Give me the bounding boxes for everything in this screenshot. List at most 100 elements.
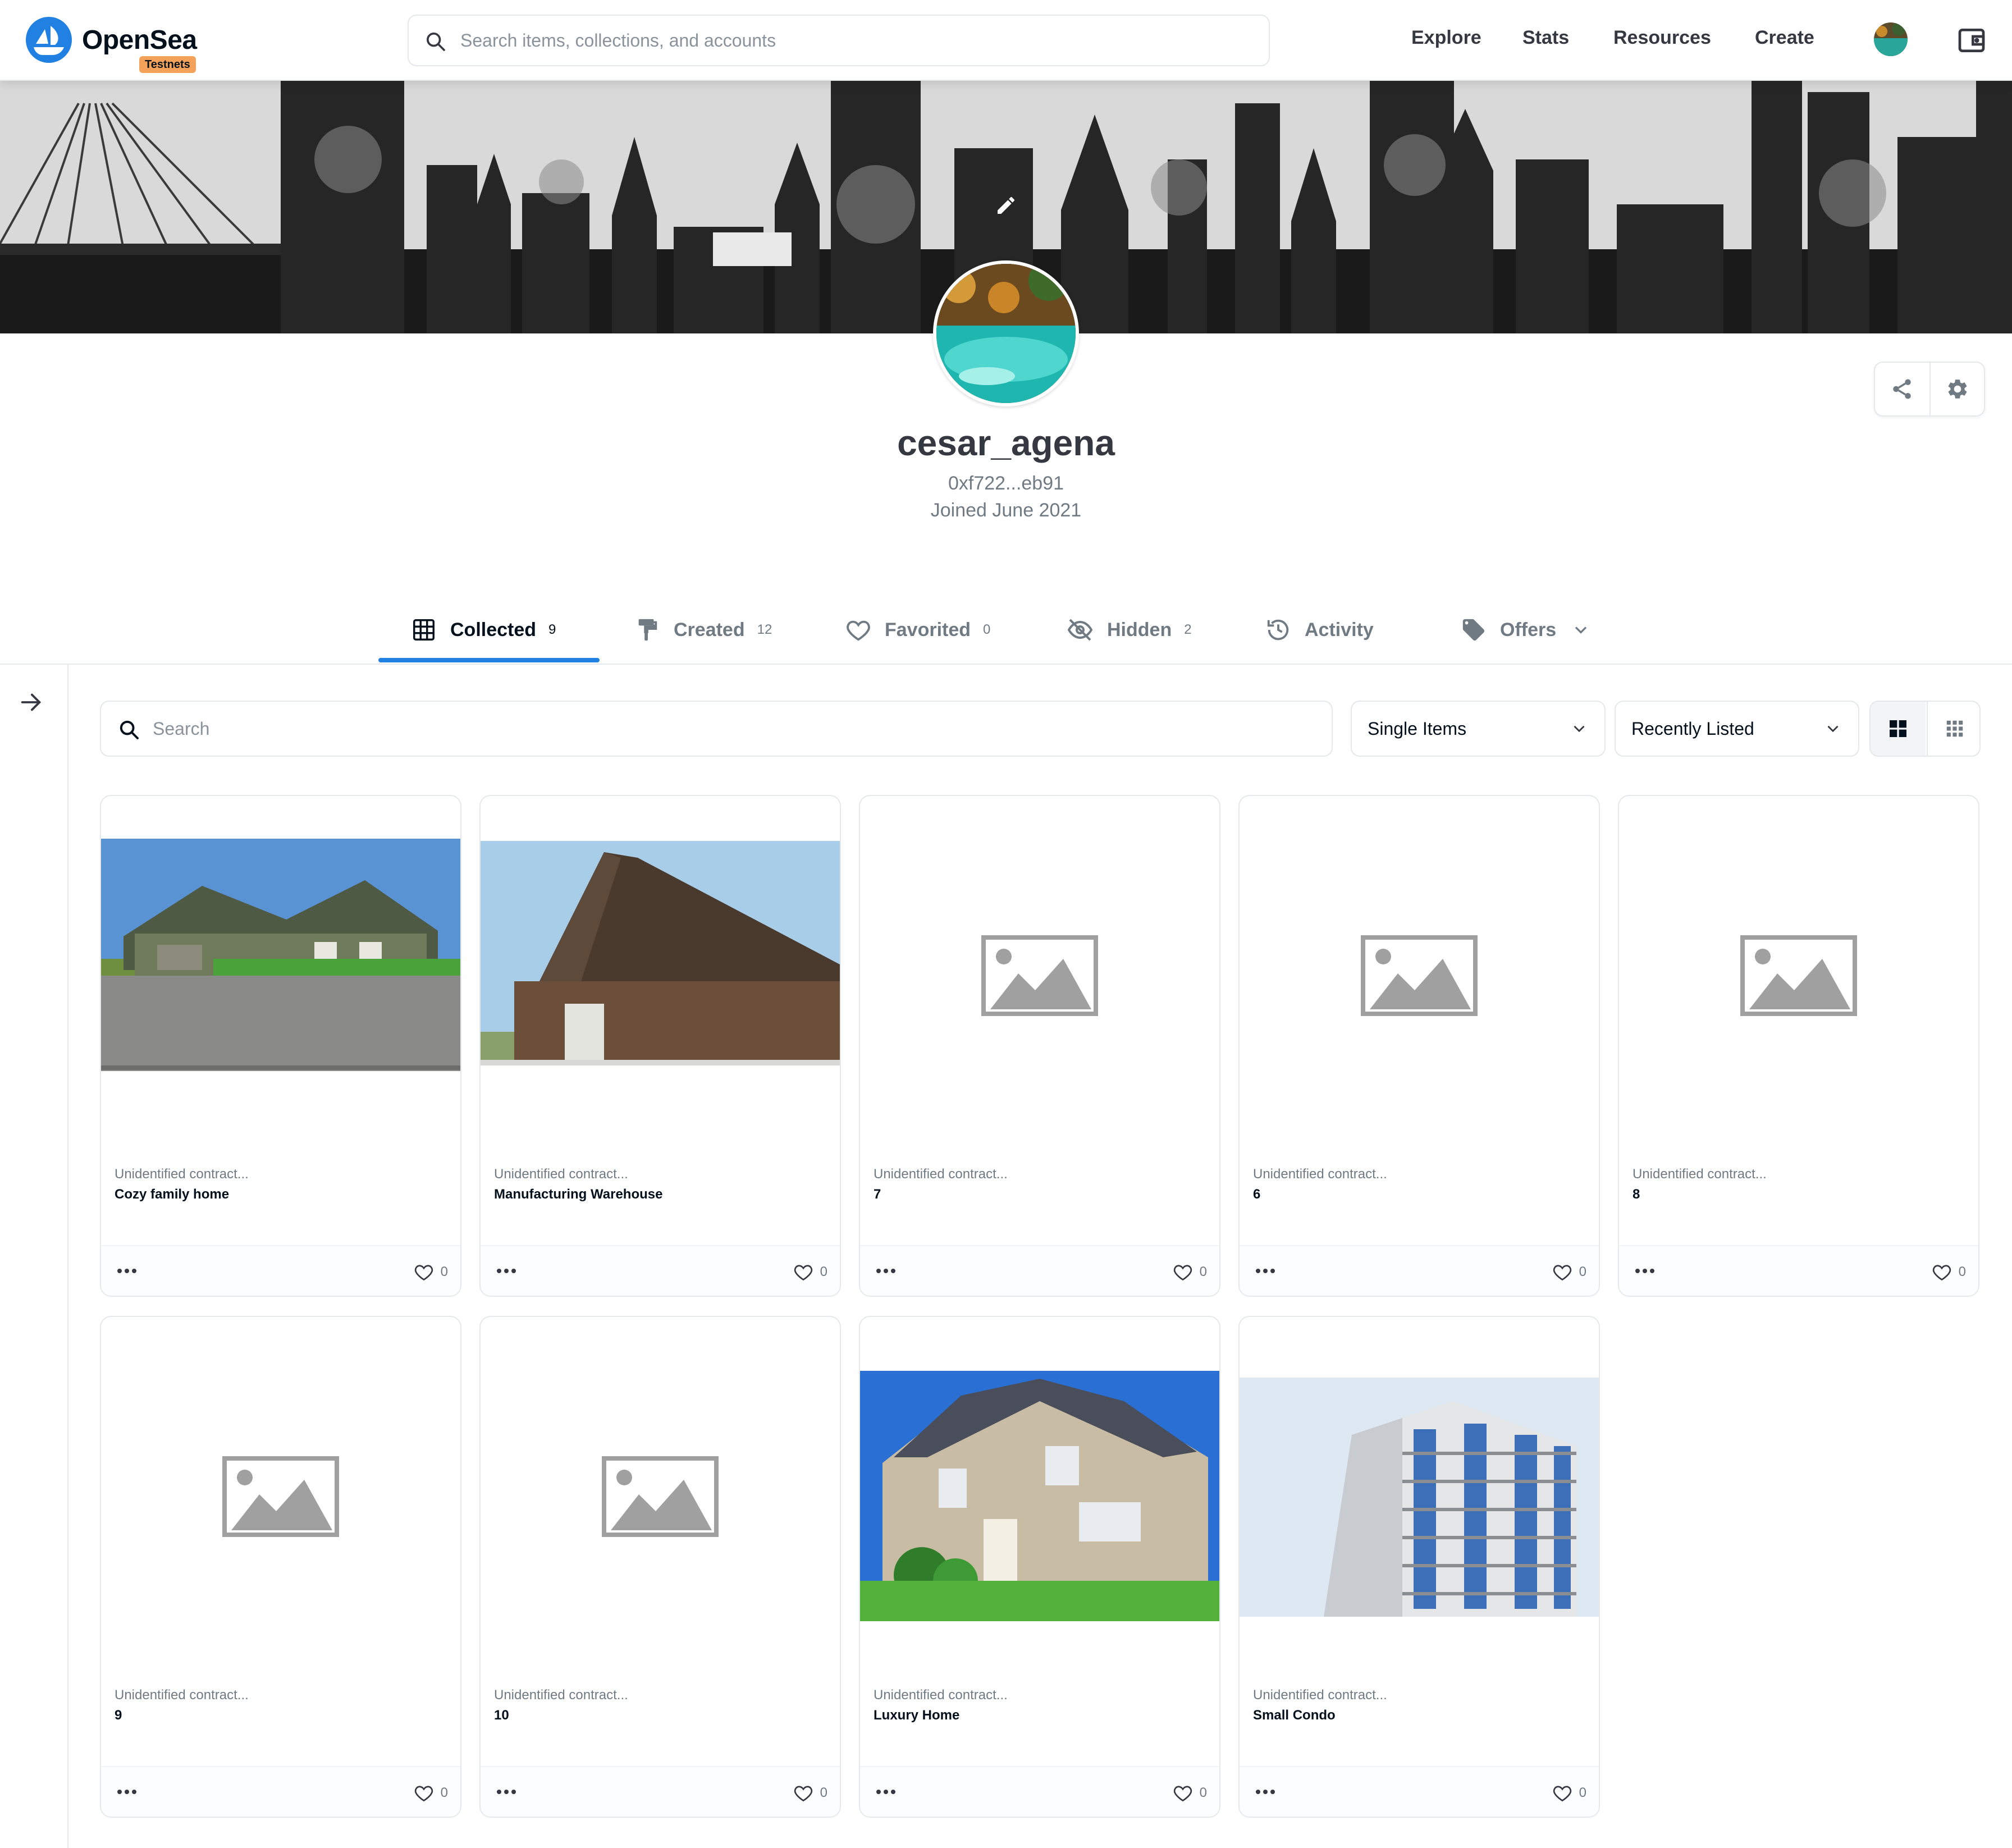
heart-icon xyxy=(794,1265,812,1281)
more-options-icon[interactable] xyxy=(1255,1787,1275,1797)
contract-name[interactable]: Unidentified contract... xyxy=(494,1687,628,1703)
sort-dropdown[interactable]: Recently Listed xyxy=(1615,701,1859,757)
active-tab-indicator xyxy=(378,658,600,662)
search-icon xyxy=(120,720,139,739)
tab-activity[interactable]: Activity xyxy=(1265,595,1374,665)
nft-card[interactable]: Unidentified contract... 7 0 xyxy=(859,795,1220,1297)
more-options-icon[interactable] xyxy=(496,1787,516,1797)
brand-name[interactable]: OpenSea xyxy=(82,25,197,56)
item-name[interactable]: 9 xyxy=(115,1708,122,1723)
tag-icon xyxy=(1462,619,1485,641)
contract-name[interactable]: Unidentified contract... xyxy=(874,1167,1008,1182)
items-search[interactable] xyxy=(100,701,1333,757)
nft-card[interactable]: Unidentified contract... 6 0 xyxy=(1238,795,1600,1297)
favorite-button[interactable]: 0 xyxy=(414,1783,448,1803)
tab-count: 0 xyxy=(983,622,991,637)
global-search-input[interactable] xyxy=(460,24,1246,57)
opensea-logo-icon[interactable] xyxy=(26,17,72,63)
small-grid-icon xyxy=(1946,720,1963,737)
placeholder-image-icon[interactable] xyxy=(1619,796,1978,1155)
nft-card[interactable]: Unidentified contract... Cozy family hom… xyxy=(100,795,461,1297)
tab-label: Created xyxy=(674,619,745,641)
grid-size-toggle xyxy=(1869,701,1981,757)
contract-name[interactable]: Unidentified contract... xyxy=(494,1167,628,1182)
favorite-button[interactable]: 0 xyxy=(1552,1783,1586,1803)
more-options-icon[interactable] xyxy=(876,1787,896,1797)
favorite-count: 0 xyxy=(440,1264,448,1279)
wallet-address[interactable]: 0xf722...eb91 xyxy=(0,473,2012,495)
favorite-button[interactable]: 0 xyxy=(1173,1783,1207,1803)
favorite-button[interactable]: 0 xyxy=(1932,1262,1966,1282)
nft-card[interactable]: Unidentified contract... Manufacturing W… xyxy=(479,795,841,1297)
nft-card[interactable]: Unidentified contract... Luxury Home 0 xyxy=(859,1316,1220,1818)
global-search[interactable] xyxy=(408,15,1270,66)
nav-resources-link[interactable]: Resources xyxy=(1613,27,1711,49)
tab-collected[interactable]: Collected 9 xyxy=(411,595,556,665)
heart-icon xyxy=(414,1265,433,1281)
placeholder-image-icon[interactable] xyxy=(1240,796,1599,1155)
nft-card[interactable]: Unidentified contract... 9 0 xyxy=(100,1316,461,1818)
wallet-icon[interactable] xyxy=(1956,25,1987,59)
item-name[interactable]: Luxury Home xyxy=(874,1708,959,1723)
more-options-icon[interactable] xyxy=(1255,1266,1275,1277)
contract-name[interactable]: Unidentified contract... xyxy=(874,1687,1008,1703)
tab-offers[interactable]: Offers xyxy=(1461,595,1591,665)
item-name[interactable]: Manufacturing Warehouse xyxy=(494,1187,662,1202)
item-type-value: Single Items xyxy=(1368,718,1467,739)
small-grid-button[interactable] xyxy=(1927,702,1979,756)
contract-name[interactable]: Unidentified contract... xyxy=(115,1687,249,1703)
profile-avatar[interactable] xyxy=(933,260,1079,406)
cozy-home-photo[interactable] xyxy=(101,796,460,1155)
contract-name[interactable]: Unidentified contract... xyxy=(115,1167,249,1182)
contract-name[interactable]: Unidentified contract... xyxy=(1253,1167,1387,1182)
item-name[interactable]: 6 xyxy=(1253,1187,1260,1202)
large-grid-button[interactable] xyxy=(1871,702,1926,756)
item-name[interactable]: 10 xyxy=(494,1708,509,1723)
tab-hidden[interactable]: Hidden 2 xyxy=(1067,595,1192,665)
favorite-button[interactable]: 0 xyxy=(793,1783,827,1803)
favorite-button[interactable]: 0 xyxy=(793,1262,827,1282)
arrow-right-icon xyxy=(21,693,42,711)
settings-button[interactable] xyxy=(1931,363,1984,415)
nft-card[interactable]: Unidentified contract... 8 0 xyxy=(1618,795,1979,1297)
heart-icon xyxy=(1932,1265,1951,1281)
more-options-icon[interactable] xyxy=(876,1266,896,1277)
favorite-button[interactable]: 0 xyxy=(414,1262,448,1282)
share-button[interactable] xyxy=(1875,363,1929,415)
favorite-count: 0 xyxy=(1199,1785,1207,1800)
edit-banner-icon[interactable] xyxy=(995,194,1017,219)
nft-card[interactable]: Unidentified contract... Small Condo 0 xyxy=(1238,1316,1600,1818)
placeholder-image-icon[interactable] xyxy=(481,1317,840,1676)
contract-name[interactable]: Unidentified contract... xyxy=(1633,1167,1767,1182)
nft-card[interactable]: Unidentified contract... 10 0 xyxy=(479,1316,841,1818)
more-options-icon[interactable] xyxy=(117,1787,137,1797)
favorite-button[interactable]: 0 xyxy=(1552,1262,1586,1282)
search-icon xyxy=(427,33,445,51)
items-search-input[interactable] xyxy=(153,712,1309,745)
more-options-icon[interactable] xyxy=(496,1266,516,1277)
item-name[interactable]: Cozy family home xyxy=(115,1187,229,1202)
more-options-icon[interactable] xyxy=(117,1266,137,1277)
account-avatar[interactable] xyxy=(1874,22,1908,56)
history-icon xyxy=(1267,619,1289,641)
item-name[interactable]: 7 xyxy=(874,1187,881,1202)
placeholder-image-icon[interactable] xyxy=(101,1317,460,1676)
condo-photo[interactable] xyxy=(1240,1317,1599,1676)
item-name[interactable]: 8 xyxy=(1633,1187,1640,1202)
heart-icon xyxy=(414,1786,433,1802)
warehouse-photo[interactable] xyxy=(481,796,840,1155)
favorite-button[interactable]: 0 xyxy=(1173,1262,1207,1282)
nav-stats-link[interactable]: Stats xyxy=(1522,27,1569,49)
item-type-dropdown[interactable]: Single Items xyxy=(1351,701,1606,757)
card-footer: 0 xyxy=(101,1245,460,1296)
tab-favorited[interactable]: Favorited 0 xyxy=(845,595,990,665)
item-name[interactable]: Small Condo xyxy=(1253,1708,1336,1723)
expand-filters-button[interactable] xyxy=(18,689,44,718)
nav-explore-link[interactable]: Explore xyxy=(1411,27,1481,49)
more-options-icon[interactable] xyxy=(1635,1266,1655,1277)
placeholder-image-icon[interactable] xyxy=(860,796,1219,1155)
tab-created[interactable]: Created 12 xyxy=(634,595,772,665)
nav-create-link[interactable]: Create xyxy=(1755,27,1814,49)
luxury-home-photo[interactable] xyxy=(860,1317,1219,1676)
contract-name[interactable]: Unidentified contract... xyxy=(1253,1687,1387,1703)
